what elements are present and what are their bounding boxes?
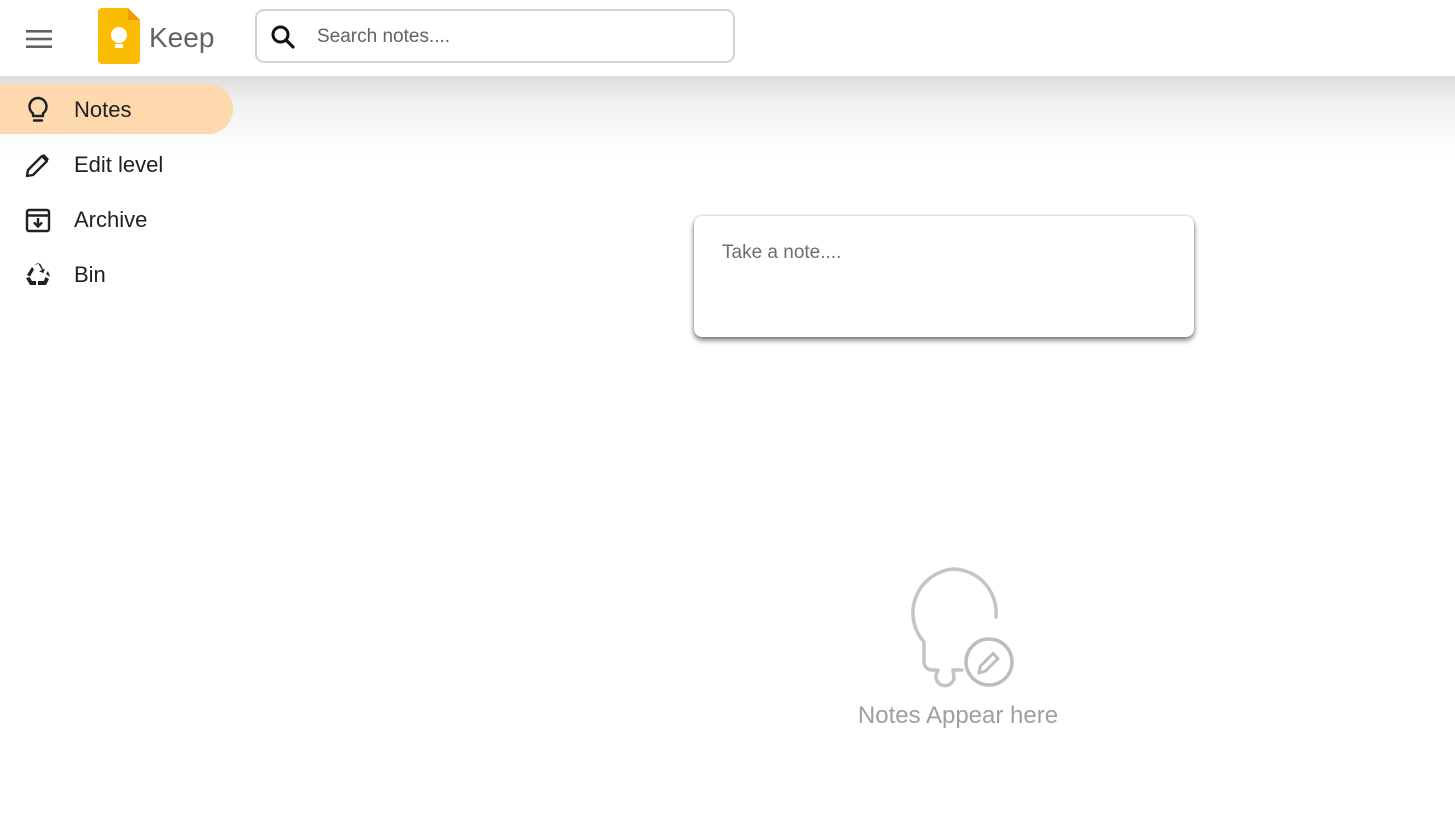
- search-icon[interactable]: [270, 24, 296, 50]
- sidebar-item-label: Bin: [74, 262, 106, 287]
- search-input[interactable]: [317, 21, 717, 53]
- sidebar-item-archive[interactable]: Archive: [0, 194, 233, 244]
- sidebar-item-edit-level[interactable]: Edit level: [0, 139, 233, 189]
- hamburger-menu-icon: [26, 30, 52, 48]
- lightbulb-icon: [24, 96, 52, 124]
- archive-icon: [24, 206, 52, 234]
- keep-logo-icon: [98, 8, 140, 64]
- top-app-bar: Keep: [0, 0, 1455, 76]
- pencil-icon: [24, 151, 52, 179]
- sidebar-item-label: Archive: [74, 207, 148, 232]
- sidebar: Notes Edit level Archive Bin: [0, 84, 240, 304]
- main-menu-button[interactable]: [19, 19, 59, 59]
- recycle-icon: [24, 261, 52, 289]
- app-title: Keep: [149, 22, 215, 53]
- take-note-input[interactable]: [722, 238, 1162, 268]
- empty-state-text: Notes Appear here: [857, 702, 1059, 729]
- sidebar-item-label: Edit level: [74, 152, 164, 177]
- lightbulb-edit-icon: [911, 567, 1014, 688]
- sidebar-item-label: Notes: [74, 97, 132, 122]
- take-note-card: [694, 216, 1194, 337]
- sidebar-item-bin[interactable]: Bin: [0, 249, 233, 299]
- search-bar: [255, 9, 735, 63]
- sidebar-item-notes[interactable]: Notes: [0, 84, 233, 134]
